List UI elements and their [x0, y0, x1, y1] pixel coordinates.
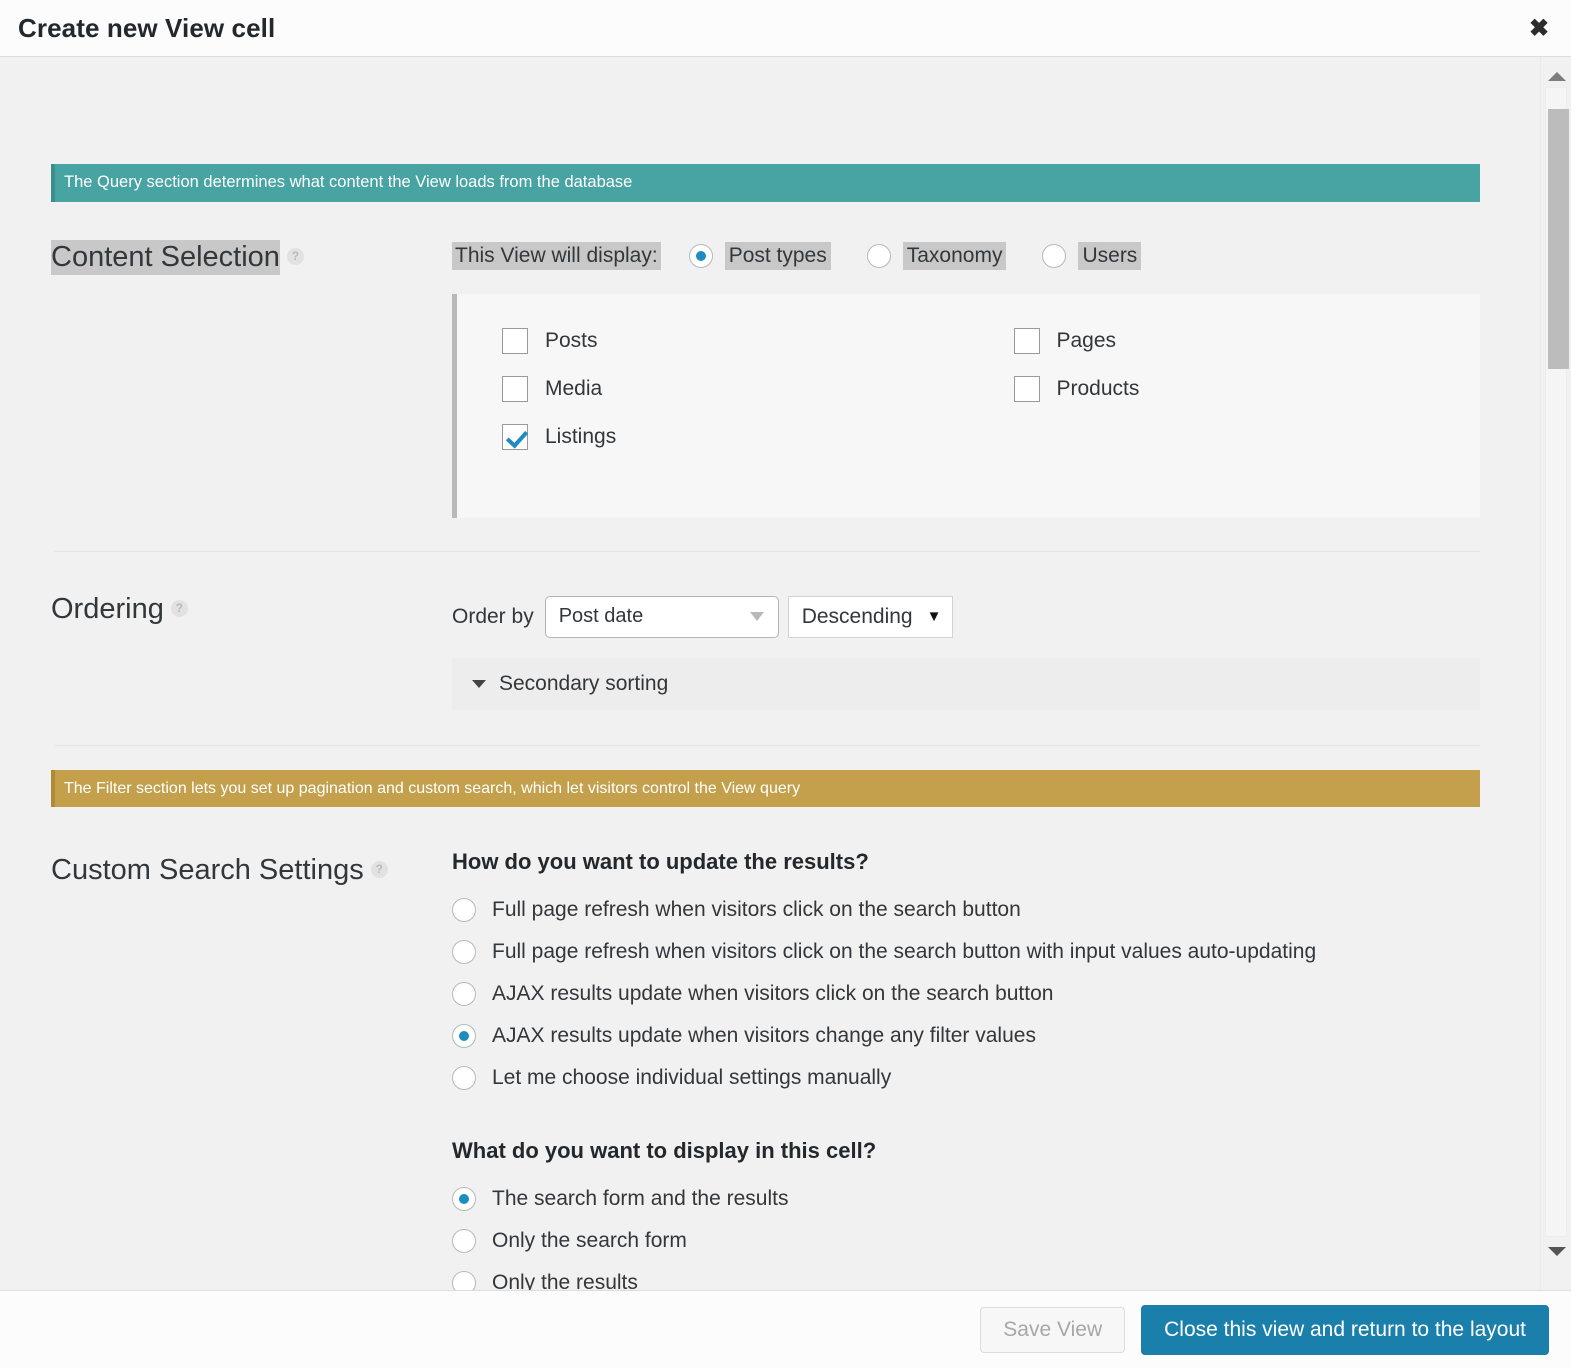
- custom-search-heading: Custom Search Settings: [51, 853, 364, 888]
- order-by-select[interactable]: Post date: [545, 596, 779, 638]
- checkbox-row-posts[interactable]: Posts: [457, 328, 969, 376]
- radio-label-post-types: Post types: [725, 242, 831, 270]
- triangle-up-icon: [1548, 72, 1566, 81]
- custom-search-field-col: How do you want to update the results? F…: [452, 849, 1540, 1290]
- display-type-row: This View will display: Post types Taxon…: [452, 236, 1480, 270]
- content-selection-label-col: Content Selection?: [0, 236, 452, 518]
- radio-dot-full-refresh[interactable]: [452, 898, 476, 922]
- radio-label-form-and-results: The search form and the results: [492, 1187, 788, 1211]
- ordering-label-col: Ordering?: [0, 588, 452, 710]
- help-icon-custom-search[interactable]: ?: [371, 861, 388, 878]
- radio-label-only-form: Only the search form: [492, 1229, 687, 1253]
- radio-row-ajax-change[interactable]: AJAX results update when visitors change…: [452, 1024, 1480, 1048]
- radio-dot-taxonomy[interactable]: [867, 244, 891, 268]
- post-types-column-left: Posts Media Listings: [457, 328, 969, 472]
- modal-body: The Query section determines what conten…: [0, 57, 1571, 1290]
- checkbox-label-media: Media: [545, 377, 602, 401]
- radio-row-only-form[interactable]: Only the search form: [452, 1229, 1480, 1253]
- custom-search-label-col: Custom Search Settings?: [0, 849, 452, 1290]
- checkbox-row-media[interactable]: Media: [457, 376, 969, 424]
- checkbox-row-products[interactable]: Products: [969, 376, 1481, 424]
- radio-row-only-results[interactable]: Only the results: [452, 1271, 1480, 1290]
- order-direction-select[interactable]: Descending ▼: [788, 596, 954, 638]
- checkbox-row-listings[interactable]: Listings: [457, 424, 969, 472]
- radio-option-taxonomy[interactable]: Taxonomy: [867, 242, 1007, 270]
- radio-row-full-refresh-auto[interactable]: Full page refresh when visitors click on…: [452, 940, 1480, 964]
- content-selection-section: Content Selection? This View will displa…: [0, 202, 1540, 518]
- query-section-banner: The Query section determines what conten…: [51, 164, 1480, 202]
- scroll-content: The Query section determines what conten…: [0, 57, 1540, 1290]
- radio-row-full-refresh[interactable]: Full page refresh when visitors click on…: [452, 898, 1480, 922]
- ordering-heading: Ordering: [51, 592, 164, 627]
- secondary-sorting-label: Secondary sorting: [499, 672, 668, 696]
- checkbox-listings[interactable]: [502, 424, 528, 450]
- create-view-cell-modal: Create new View cell ✖ The Query section…: [0, 0, 1571, 1368]
- post-types-panel: Posts Media Listings: [452, 294, 1480, 518]
- radio-dot-ajax-change[interactable]: [452, 1024, 476, 1048]
- order-direction-value: Descending: [802, 605, 913, 629]
- help-icon-ordering[interactable]: ?: [171, 600, 188, 617]
- checkbox-products[interactable]: [1014, 376, 1040, 402]
- scrollbar-down-button[interactable]: [1541, 1240, 1571, 1262]
- radio-label-manual: Let me choose individual settings manual…: [492, 1066, 891, 1090]
- checkbox-posts[interactable]: [502, 328, 528, 354]
- ordering-field-col: Order by Post date Descending ▼ Secondar…: [452, 588, 1540, 710]
- display-lead-label: This View will display:: [452, 242, 661, 270]
- triangle-down-icon: [1548, 1247, 1566, 1256]
- post-types-column-right: Pages Products: [969, 328, 1481, 472]
- radio-dot-manual[interactable]: [452, 1066, 476, 1090]
- scrollbar-thumb[interactable]: [1548, 109, 1569, 369]
- radio-label-users: Users: [1078, 242, 1141, 270]
- radio-row-form-and-results[interactable]: The search form and the results: [452, 1187, 1480, 1211]
- custom-search-section: Custom Search Settings? How do you want …: [0, 807, 1540, 1290]
- radio-option-users[interactable]: Users: [1042, 242, 1141, 270]
- radio-dot-only-form[interactable]: [452, 1229, 476, 1253]
- chevron-down-icon-order-by: [750, 612, 764, 621]
- order-by-label: Order by: [452, 605, 534, 629]
- vertical-scrollbar[interactable]: [1540, 57, 1571, 1290]
- radio-dot-form-and-results[interactable]: [452, 1187, 476, 1211]
- modal-footer: Save View Close this view and return to …: [0, 1290, 1571, 1368]
- display-cell-question: What do you want to display in this cell…: [452, 1138, 1480, 1164]
- checkbox-row-pages[interactable]: Pages: [969, 328, 1481, 376]
- checkbox-pages[interactable]: [1014, 328, 1040, 354]
- checkbox-label-products: Products: [1057, 377, 1140, 401]
- order-by-row: Order by Post date Descending ▼: [452, 588, 1480, 638]
- update-results-question: How do you want to update the results?: [452, 849, 1480, 875]
- checkbox-label-listings: Listings: [545, 425, 616, 449]
- save-view-button[interactable]: Save View: [980, 1307, 1125, 1353]
- radio-dot-ajax-click[interactable]: [452, 982, 476, 1006]
- chevron-down-icon-secondary-sorting: [472, 680, 486, 688]
- ordering-section: Ordering? Order by Post date Descending …: [0, 552, 1540, 710]
- radio-label-only-results: Only the results: [492, 1271, 638, 1290]
- chevron-down-icon-direction: ▼: [927, 609, 942, 624]
- checkbox-label-pages: Pages: [1057, 329, 1117, 353]
- radio-dot-only-results[interactable]: [452, 1271, 476, 1290]
- radio-dot-users[interactable]: [1042, 244, 1066, 268]
- modal-title: Create new View cell: [18, 13, 275, 44]
- checkbox-media[interactable]: [502, 376, 528, 402]
- secondary-sorting-toggle[interactable]: Secondary sorting: [452, 658, 1480, 710]
- radio-dot-full-refresh-auto[interactable]: [452, 940, 476, 964]
- checkbox-label-posts: Posts: [545, 329, 598, 353]
- radio-label-full-refresh: Full page refresh when visitors click on…: [492, 898, 1021, 922]
- radio-label-taxonomy: Taxonomy: [903, 242, 1007, 270]
- modal-titlebar: Create new View cell ✖: [0, 0, 1571, 57]
- radio-option-post-types[interactable]: Post types: [689, 242, 831, 270]
- content-selection-heading: Content Selection: [51, 240, 280, 275]
- scrollbar-up-button[interactable]: [1541, 65, 1571, 87]
- radio-dot-post-types[interactable]: [689, 244, 713, 268]
- order-by-value: Post date: [559, 605, 644, 628]
- filter-section-banner: The Filter section lets you set up pagin…: [51, 770, 1480, 807]
- help-icon-content-selection[interactable]: ?: [287, 248, 304, 265]
- radio-label-ajax-change: AJAX results update when visitors change…: [492, 1024, 1036, 1048]
- close-and-return-button[interactable]: Close this view and return to the layout: [1141, 1305, 1549, 1355]
- radio-label-full-refresh-auto: Full page refresh when visitors click on…: [492, 940, 1316, 964]
- close-icon[interactable]: ✖: [1519, 9, 1559, 49]
- radio-label-ajax-click: AJAX results update when visitors click …: [492, 982, 1053, 1006]
- radio-row-manual[interactable]: Let me choose individual settings manual…: [452, 1066, 1480, 1090]
- content-selection-field-col: This View will display: Post types Taxon…: [452, 236, 1540, 518]
- radio-row-ajax-click[interactable]: AJAX results update when visitors click …: [452, 982, 1480, 1006]
